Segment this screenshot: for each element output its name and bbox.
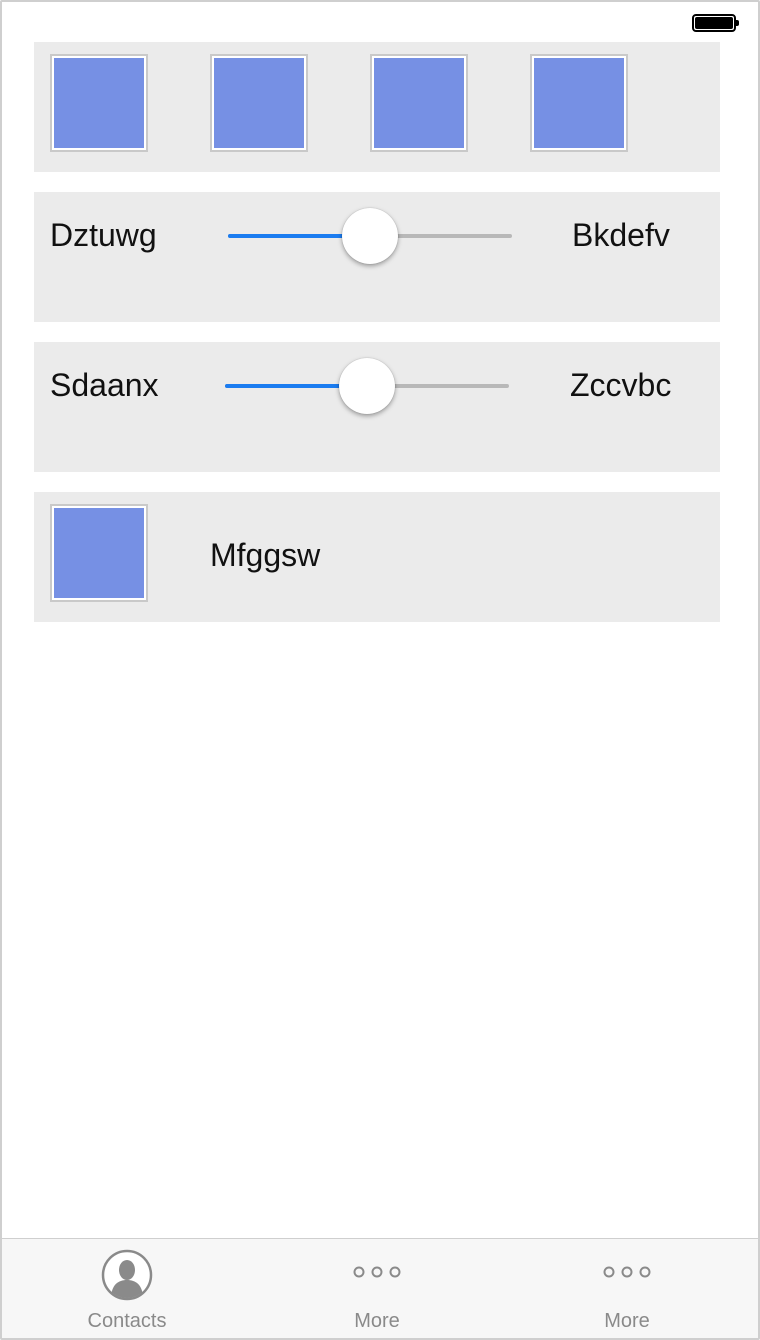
tab-more-1-label: More (354, 1310, 400, 1332)
image-thumbnail-1[interactable] (50, 54, 148, 152)
slider-panel-one: Dztuwg Bkdefv (34, 192, 720, 322)
tab-contacts[interactable]: Contacts (2, 1239, 252, 1338)
slider-panel-two: Sdaanx Zccvbc (34, 342, 720, 472)
contacts-icon (101, 1249, 153, 1306)
slider-one-knob[interactable] (342, 208, 398, 264)
list-item-label: Mfggsw (210, 537, 321, 573)
tab-more-2[interactable]: More (502, 1239, 752, 1338)
list-item-thumbnail (50, 504, 148, 602)
image-row-panel (34, 42, 720, 172)
tab-more-2-label: More (604, 1310, 650, 1332)
slider-two-left-label: Sdaanx (50, 367, 159, 403)
more-icon (351, 1265, 403, 1284)
battery-icon (692, 14, 739, 32)
slider-two[interactable] (225, 358, 509, 414)
image-thumbnail-3[interactable] (370, 54, 468, 152)
slider-two-knob[interactable] (339, 358, 395, 414)
app-screen: Dztuwg Bkdefv Sdaanx Zccvbc Mfggsw Conta… (0, 0, 760, 1340)
slider-one-left-label: Dztuwg (50, 217, 157, 253)
slider-one[interactable] (228, 208, 512, 264)
image-thumbnail-2[interactable] (210, 54, 308, 152)
tab-bar: Contacts More More (2, 1238, 758, 1338)
slider-two-right-label: Zccvbc (570, 367, 672, 403)
tab-contacts-label: Contacts (87, 1310, 167, 1332)
list-item[interactable]: Mfggsw (34, 492, 720, 622)
image-thumbnail-4[interactable] (530, 54, 628, 152)
more-icon (601, 1265, 653, 1284)
tab-more-1[interactable]: More (252, 1239, 502, 1338)
slider-one-right-label: Bkdefv (572, 217, 670, 253)
